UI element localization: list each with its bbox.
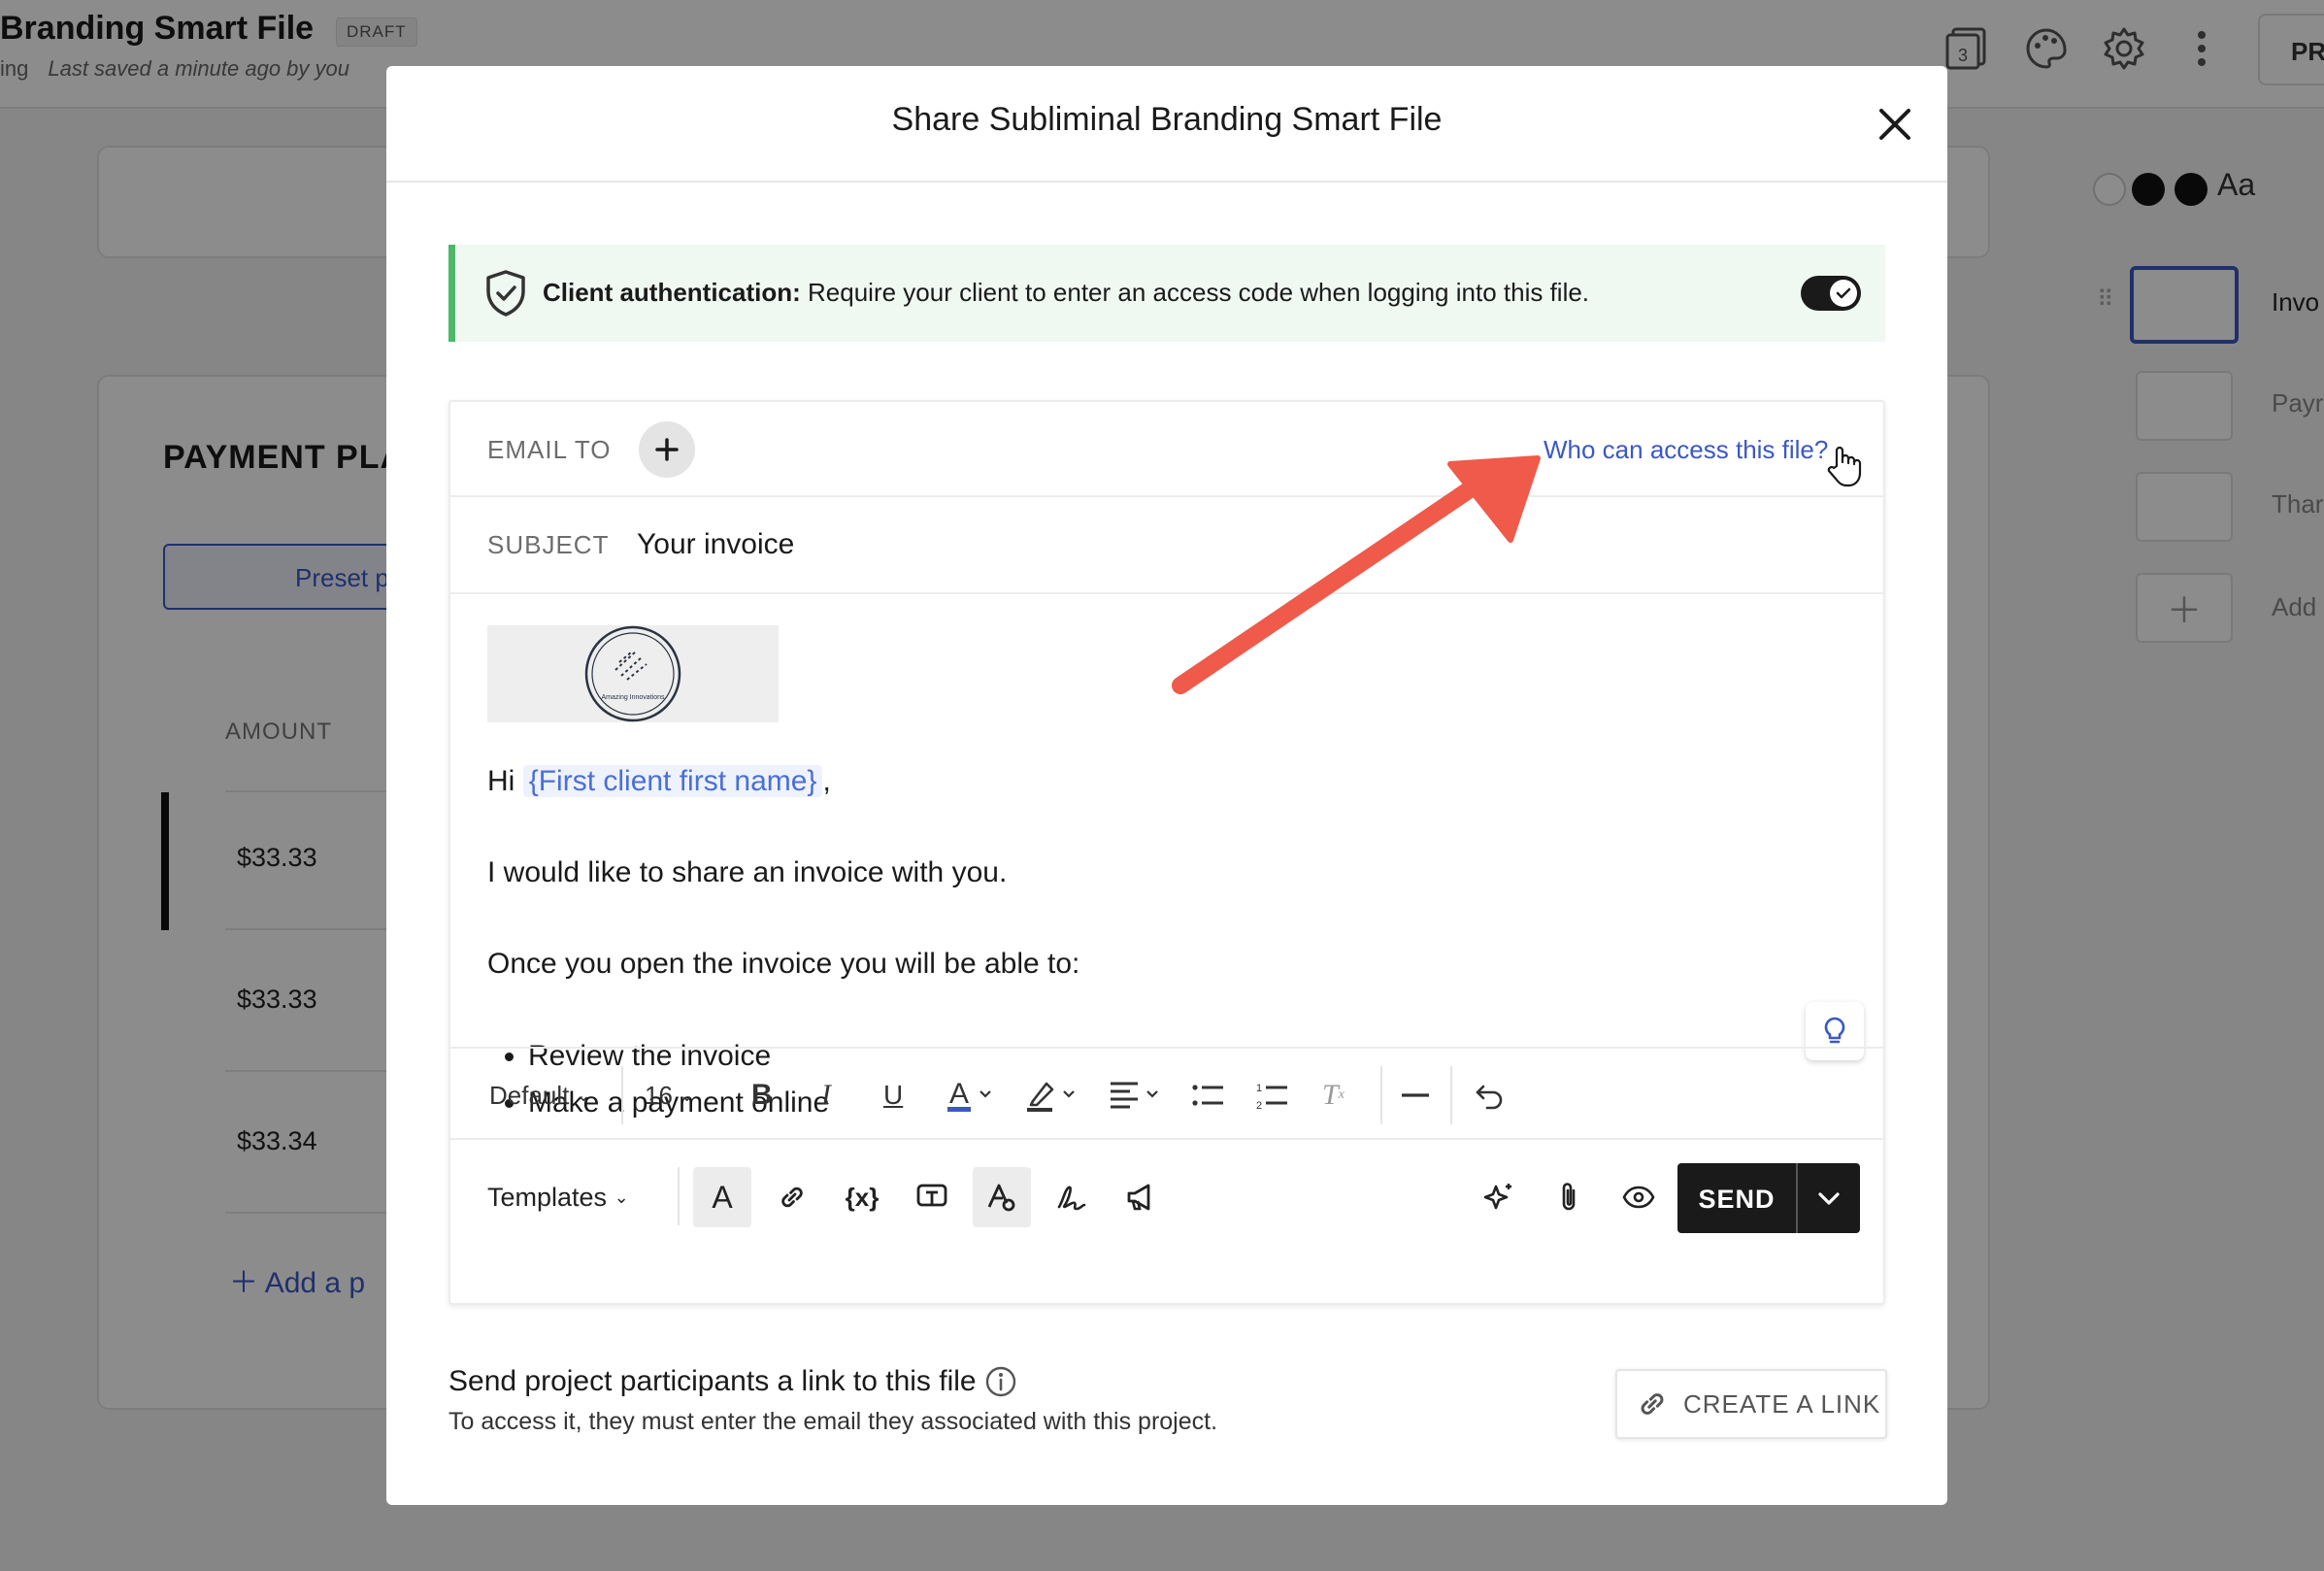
shield-check-icon (481, 268, 531, 318)
client-auth-text: Client authentication: Require your clie… (543, 278, 1589, 308)
font-paint-icon[interactable] (973, 1167, 1031, 1227)
body-line-1: I would like to share an invoice with yo… (487, 856, 1008, 888)
formatting-toolbar: Default ⌄ 16 ⌄ B I U A 12 Tx (450, 1047, 1883, 1140)
paragraph-style-label: Default (489, 1080, 570, 1110)
attachment-icon[interactable] (1540, 1167, 1598, 1227)
svg-text:2: 2 (1256, 1100, 1262, 1112)
announcement-icon[interactable] (1112, 1167, 1171, 1227)
svg-text:A: A (949, 1078, 969, 1110)
create-link-label: CREATE A LINK (1683, 1388, 1881, 1419)
client-name-token[interactable]: {First client first name} (522, 765, 823, 797)
chevron-down-icon: ⌄ (680, 1085, 695, 1105)
greeting-line: Hi {First client first name}, (487, 765, 831, 798)
text-snippet-icon[interactable] (903, 1167, 961, 1227)
add-recipient-button[interactable] (639, 421, 695, 478)
italic-icon[interactable]: I (821, 1074, 831, 1117)
participants-title: Send project participants a link to this… (448, 1365, 977, 1397)
font-style-icon[interactable]: A (693, 1167, 751, 1227)
bold-icon[interactable]: B (751, 1074, 773, 1117)
info-icon[interactable] (984, 1365, 1017, 1398)
plus-icon (655, 438, 679, 461)
create-link-button[interactable]: CREATE A LINK (1615, 1369, 1887, 1439)
signature-icon[interactable] (1043, 1167, 1101, 1227)
client-auth-description: Require your client to enter an access c… (800, 278, 1590, 307)
email-to-row: EMAIL TO Who can access this file? (450, 402, 1883, 497)
undo-icon[interactable] (1474, 1074, 1507, 1117)
who-can-access-link[interactable]: Who can access this file? (1544, 435, 1828, 465)
font-size-label: 16 (645, 1080, 673, 1110)
send-options-chevron-icon[interactable] (1798, 1163, 1860, 1233)
font-size-select[interactable]: 16 ⌄ (645, 1074, 694, 1117)
send-label: SEND (1698, 1185, 1776, 1214)
participants-subtitle: To access it, they must enter the email … (448, 1408, 1218, 1435)
subject-row: SUBJECT Your invoice (450, 497, 1883, 594)
client-auth-label: Client authentication: (543, 278, 801, 307)
chevron-down-icon: ⌄ (576, 1085, 591, 1105)
subject-input[interactable]: Your invoice (637, 528, 794, 561)
logo-caption: Amazing Innovations (602, 694, 665, 701)
body-line-2: Once you open the invoice you will be ab… (487, 948, 1080, 980)
company-logo: Amazing Innovations (487, 625, 779, 722)
chevron-down-icon: ⌄ (614, 1187, 629, 1207)
svg-text:1: 1 (1256, 1083, 1262, 1094)
paragraph-style-select[interactable]: Default ⌄ (489, 1074, 591, 1117)
preview-eye-icon[interactable] (1610, 1167, 1668, 1227)
toggle-check-icon (1830, 280, 1857, 307)
toolbar-divider (1450, 1066, 1452, 1124)
text-color-icon[interactable]: A (946, 1074, 996, 1117)
hand-cursor-icon (1827, 445, 1862, 492)
ai-sparkle-icon[interactable] (1470, 1167, 1528, 1227)
underline-icon[interactable]: U (883, 1074, 903, 1117)
link-icon (1641, 1393, 1664, 1415)
client-auth-toggle[interactable] (1801, 276, 1861, 311)
greeting-comma: , (822, 765, 831, 797)
modal-title: Share Subliminal Branding Smart File (891, 101, 1443, 138)
smart-field-icon[interactable]: {x} (833, 1167, 891, 1227)
link-icon[interactable] (763, 1167, 821, 1227)
highlight-icon[interactable] (1025, 1074, 1079, 1117)
send-button[interactable]: SEND (1677, 1163, 1860, 1233)
share-modal: Share Subliminal Branding Smart File Cli… (386, 66, 1947, 1505)
toolbar-divider (678, 1167, 680, 1225)
templates-label: Templates (487, 1182, 608, 1212)
client-auth-banner: Client authentication: Require your clie… (448, 245, 1885, 342)
templates-dropdown[interactable]: Templates ⌄ (487, 1167, 652, 1227)
toolbar-divider (621, 1066, 623, 1124)
email-to-label: EMAIL TO (487, 435, 612, 464)
composer-actions-bar: Templates ⌄ A {x} SEND (450, 1140, 1883, 1305)
align-icon[interactable] (1107, 1074, 1165, 1117)
clear-format-icon[interactable]: Tx (1322, 1074, 1345, 1117)
horizontal-rule-icon[interactable] (1400, 1074, 1431, 1117)
participants-title-row: Send project participants a link to this… (448, 1365, 1217, 1398)
modal-header: Share Subliminal Branding Smart File (386, 66, 1947, 183)
close-icon[interactable] (1872, 101, 1918, 148)
numbered-list-icon[interactable]: 12 (1254, 1074, 1289, 1117)
participants-section: Send project participants a link to this… (448, 1365, 1217, 1436)
toolbar-divider (1380, 1066, 1382, 1124)
greeting-text: Hi (487, 765, 515, 797)
email-composer: EMAIL TO Who can access this file? SUBJE… (448, 400, 1885, 1305)
subject-label: SUBJECT (487, 530, 610, 559)
bullet-list-icon[interactable] (1190, 1074, 1225, 1117)
